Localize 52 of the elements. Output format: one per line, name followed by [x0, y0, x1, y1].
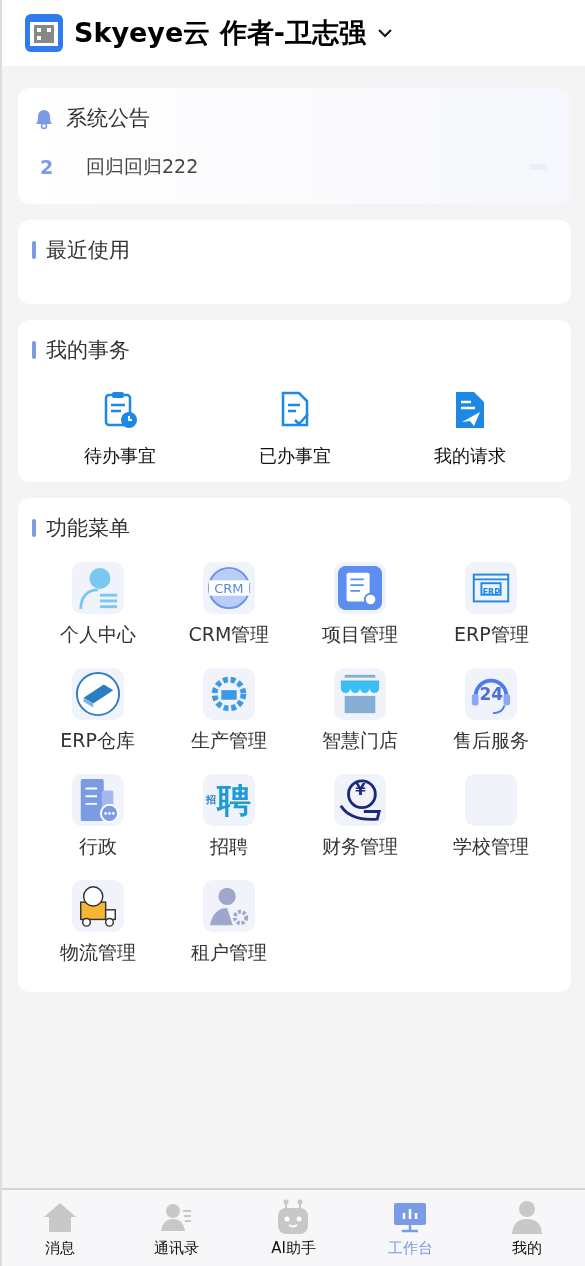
- icon-label: 聘: [217, 783, 252, 817]
- menu-label[interactable]: 智慧门店: [322, 728, 399, 754]
- menu-icon-tile[interactable]: [71, 774, 124, 826]
- menu-label[interactable]: 学校管理: [453, 834, 530, 860]
- document-icon: [337, 565, 384, 611]
- title-bar: [32, 519, 36, 537]
- affair-label[interactable]: 我的请求: [433, 444, 506, 468]
- affair-label[interactable]: 待办事宜: [83, 444, 156, 468]
- icon-label: ¥: [355, 783, 366, 798]
- menu-label[interactable]: CRM管理: [188, 622, 270, 648]
- menu-label[interactable]: 行政: [78, 834, 117, 860]
- notice-number: 2: [40, 156, 55, 178]
- menu-icon-tile[interactable]: [202, 880, 255, 932]
- app-title: Skyeye云 作者-卫志强: [74, 16, 366, 50]
- menu-label[interactable]: 物流管理: [59, 940, 136, 966]
- menu-label[interactable]: 售后服务: [453, 728, 530, 754]
- menu-label[interactable]: 租户管理: [190, 940, 267, 966]
- icon-label: CRM: [214, 581, 244, 595]
- qr-code-logo: [24, 13, 64, 53]
- menu-label[interactable]: 项目管理: [322, 622, 399, 648]
- menu-icon-tile[interactable]: [71, 562, 124, 614]
- tab[interactable]: 我的: [468, 1190, 585, 1266]
- menu-icon-tile[interactable]: [334, 562, 387, 614]
- menu-label[interactable]: 财务管理: [322, 834, 399, 860]
- menu-icon-tile[interactable]: 24: [465, 668, 518, 720]
- menu-icon-tile[interactable]: [71, 880, 124, 932]
- menu-label[interactable]: 个人中心: [59, 622, 136, 648]
- icon-label: 招: [206, 795, 217, 805]
- tab[interactable]: 通讯录: [118, 1190, 236, 1266]
- money-hand-icon: [337, 777, 384, 823]
- menu-label[interactable]: 招聘: [209, 834, 248, 860]
- menu-label[interactable]: ERP仓库: [60, 728, 135, 754]
- icon-label: 24: [479, 685, 504, 703]
- title-bar: [32, 341, 36, 359]
- globe-icon: [205, 565, 252, 611]
- title-bar: [32, 241, 36, 259]
- menu-icon-tile[interactable]: ¥: [334, 774, 387, 826]
- tab[interactable]: 消息: [2, 1190, 119, 1266]
- section-title: 我的事务: [46, 337, 130, 364]
- section-title: 功能菜单: [46, 515, 130, 542]
- menu-icon-tile[interactable]: CRM: [202, 562, 255, 614]
- section-title: 最近使用: [46, 237, 130, 264]
- warehouse-icon: [74, 671, 121, 717]
- menu-icon-tile[interactable]: [71, 668, 124, 720]
- menu-icon-tile[interactable]: [334, 668, 387, 720]
- section-title: 系统公告: [66, 105, 150, 132]
- menu-label[interactable]: 生产管理: [190, 728, 267, 754]
- menu-icon-tile[interactable]: [202, 668, 255, 720]
- tab[interactable]: AI助手: [235, 1190, 352, 1266]
- notice-text[interactable]: 回归回归222: [86, 154, 529, 180]
- affair-label[interactable]: 已办事宜: [258, 444, 331, 468]
- menu-label[interactable]: ERP管理: [454, 622, 529, 648]
